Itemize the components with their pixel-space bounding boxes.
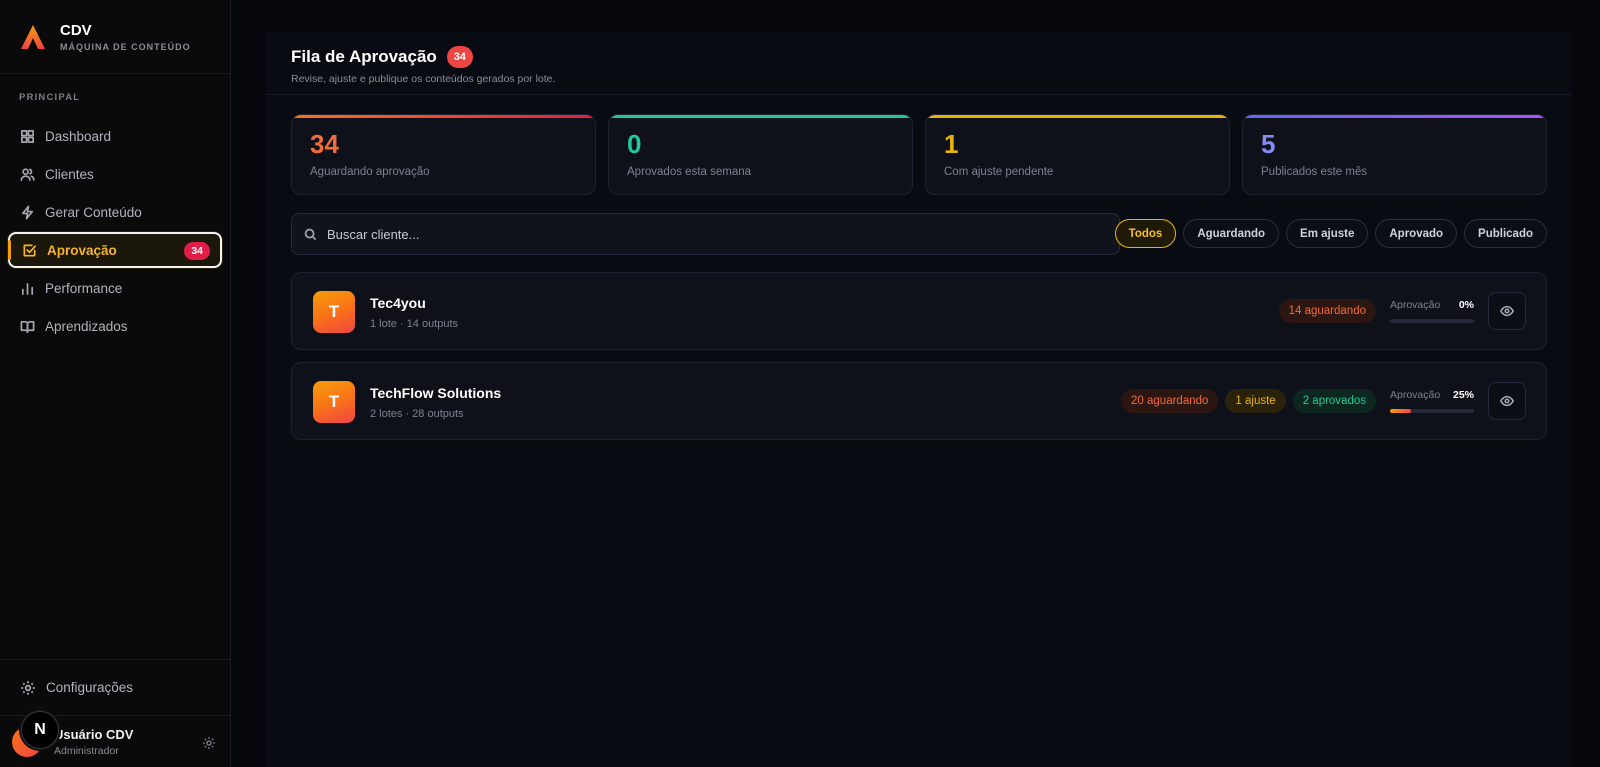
client-meta: 2 lotes · 28 outputs	[370, 408, 464, 420]
adjust-badge: 1 ajuste	[1225, 389, 1286, 413]
filter-em-ajuste[interactable]: Em ajuste	[1286, 219, 1369, 248]
progress-label: Aprovação	[1390, 389, 1441, 401]
approval-progress: Aprovação 0%	[1390, 299, 1474, 323]
user-settings-icon[interactable]	[202, 736, 216, 750]
client-list: T Tec4you 1 lote · 14 outputs 14 aguarda…	[291, 272, 1547, 452]
sidebar-item-label: Aprovação	[47, 242, 117, 258]
client-status: 14 aguardando Aprovação 0%	[1272, 291, 1526, 331]
client-name: Tec4you	[370, 295, 426, 311]
sidebar: CDV MÁQUINA DE CONTEÚDO PRINCIPAL Dashbo…	[0, 0, 231, 767]
list-item[interactable]: T Tec4you 1 lote · 14 outputs 14 aguarda…	[291, 272, 1547, 350]
sidebar-item-performance[interactable]: Performance	[8, 270, 222, 306]
stat-card-aguardando: 34 Aguardando aprovação	[291, 114, 596, 195]
eye-icon	[1500, 395, 1514, 407]
stats-row: 34 Aguardando aprovação 0 Aprovados esta…	[291, 114, 1547, 195]
stat-value: 0	[627, 129, 642, 159]
nav-section-label: PRINCIPAL	[19, 92, 81, 103]
grid-icon	[21, 129, 34, 143]
sidebar-item-label: Gerar Conteúdo	[45, 204, 142, 220]
list-item[interactable]: T TechFlow Solutions 2 lotes · 28 output…	[291, 362, 1547, 440]
view-button[interactable]	[1488, 382, 1526, 420]
filter-aguardando[interactable]: Aguardando	[1183, 219, 1280, 248]
sidebar-item-configuracoes[interactable]: Configurações	[0, 659, 230, 715]
stat-value: 1	[944, 129, 959, 159]
user-role: Administrador	[54, 744, 119, 757]
title-count-badge: 34	[446, 46, 473, 68]
stat-value: 5	[1261, 129, 1276, 159]
stat-label: Aguardando aprovação	[310, 166, 430, 178]
stat-accent-bar	[609, 115, 912, 118]
sidebar-item-label: Configurações	[46, 680, 134, 695]
gear-icon	[21, 680, 35, 695]
page-title: Fila de Aprovação	[291, 47, 437, 66]
approval-progress: Aprovação 25%	[1390, 389, 1474, 413]
main-panel: Fila de Aprovação 34 Revise, ajuste e pu…	[266, 32, 1572, 767]
sidebar-item-aprendizados[interactable]: Aprendizados	[8, 308, 222, 344]
check-square-icon	[23, 244, 36, 256]
sidebar-item-label: Clientes	[45, 166, 94, 182]
sidebar-item-label: Aprendizados	[45, 318, 128, 334]
status-filters: Todos Aguardando Em ajuste Aprovado Publ…	[1114, 219, 1547, 248]
filter-toolbar: Todos Aguardando Em ajuste Aprovado Publ…	[291, 213, 1547, 255]
sidebar-item-gerar-conteudo[interactable]: Gerar Conteúdo	[8, 194, 222, 230]
stat-value: 34	[310, 129, 339, 159]
search-input[interactable]	[327, 226, 1087, 242]
client-avatar: T	[313, 381, 355, 423]
user-name: Usuário CDV	[54, 726, 134, 742]
view-button[interactable]	[1488, 292, 1526, 330]
brand-name: CDV	[60, 21, 92, 39]
stat-card-aprovados: 0 Aprovados esta semana	[608, 114, 913, 195]
search-icon	[304, 228, 317, 240]
client-status: 20 aguardando 1 ajuste 2 aprovados Aprov…	[1114, 381, 1526, 421]
waiting-badge: 14 aguardando	[1278, 299, 1376, 323]
bar-chart-icon	[21, 282, 34, 295]
stat-accent-bar	[292, 115, 595, 118]
progress-track	[1390, 319, 1474, 323]
approved-badge: 2 aprovados	[1292, 389, 1376, 413]
sidebar-item-clientes[interactable]: Clientes	[8, 156, 222, 192]
brand[interactable]: CDV MÁQUINA DE CONTEÚDO	[0, 0, 230, 74]
brand-subtitle: MÁQUINA DE CONTEÚDO	[60, 41, 191, 52]
sidebar-item-label: Dashboard	[45, 128, 112, 144]
stat-label: Com ajuste pendente	[944, 166, 1054, 178]
waiting-badge: 20 aguardando	[1121, 389, 1219, 413]
progress-fill	[1390, 409, 1411, 413]
stat-accent-bar	[926, 115, 1229, 118]
sidebar-item-dashboard[interactable]: Dashboard	[8, 118, 222, 154]
filter-todos[interactable]: Todos	[1114, 219, 1177, 248]
lightning-icon	[21, 205, 34, 219]
stat-card-ajuste: 1 Com ajuste pendente	[925, 114, 1230, 195]
eye-icon	[1500, 305, 1514, 317]
filter-publicado[interactable]: Publicado	[1464, 219, 1547, 248]
stat-accent-bar	[1243, 115, 1546, 118]
book-icon	[20, 320, 35, 333]
stat-card-publicados: 5 Publicados este mês	[1242, 114, 1547, 195]
progress-percent: 25%	[1452, 389, 1474, 401]
client-name: TechFlow Solutions	[370, 385, 502, 401]
approval-count-badge: 34	[184, 242, 210, 260]
progress-percent: 0%	[1458, 299, 1474, 311]
client-meta: 1 lote · 14 outputs	[370, 318, 459, 330]
client-avatar: T	[313, 291, 355, 333]
filter-aprovado[interactable]: Aprovado	[1375, 219, 1458, 248]
page-subtitle: Revise, ajuste e publique os conteúdos g…	[291, 73, 556, 85]
floating-n-button[interactable]: N	[21, 711, 59, 749]
sidebar-item-label: Performance	[45, 280, 123, 296]
stat-label: Publicados este mês	[1261, 166, 1368, 178]
user-info: Usuário CDV Administrador	[54, 727, 133, 757]
search-box[interactable]	[291, 213, 1120, 255]
users-icon	[20, 167, 35, 181]
progress-track	[1390, 409, 1474, 413]
page-header: Fila de Aprovação 34 Revise, ajuste e pu…	[266, 32, 1572, 95]
progress-label: Aprovação	[1390, 299, 1441, 311]
stat-label: Aprovados esta semana	[627, 166, 752, 178]
logo-icon	[21, 24, 45, 49]
sidebar-item-aprovacao[interactable]: Aprovação 34	[8, 232, 222, 268]
